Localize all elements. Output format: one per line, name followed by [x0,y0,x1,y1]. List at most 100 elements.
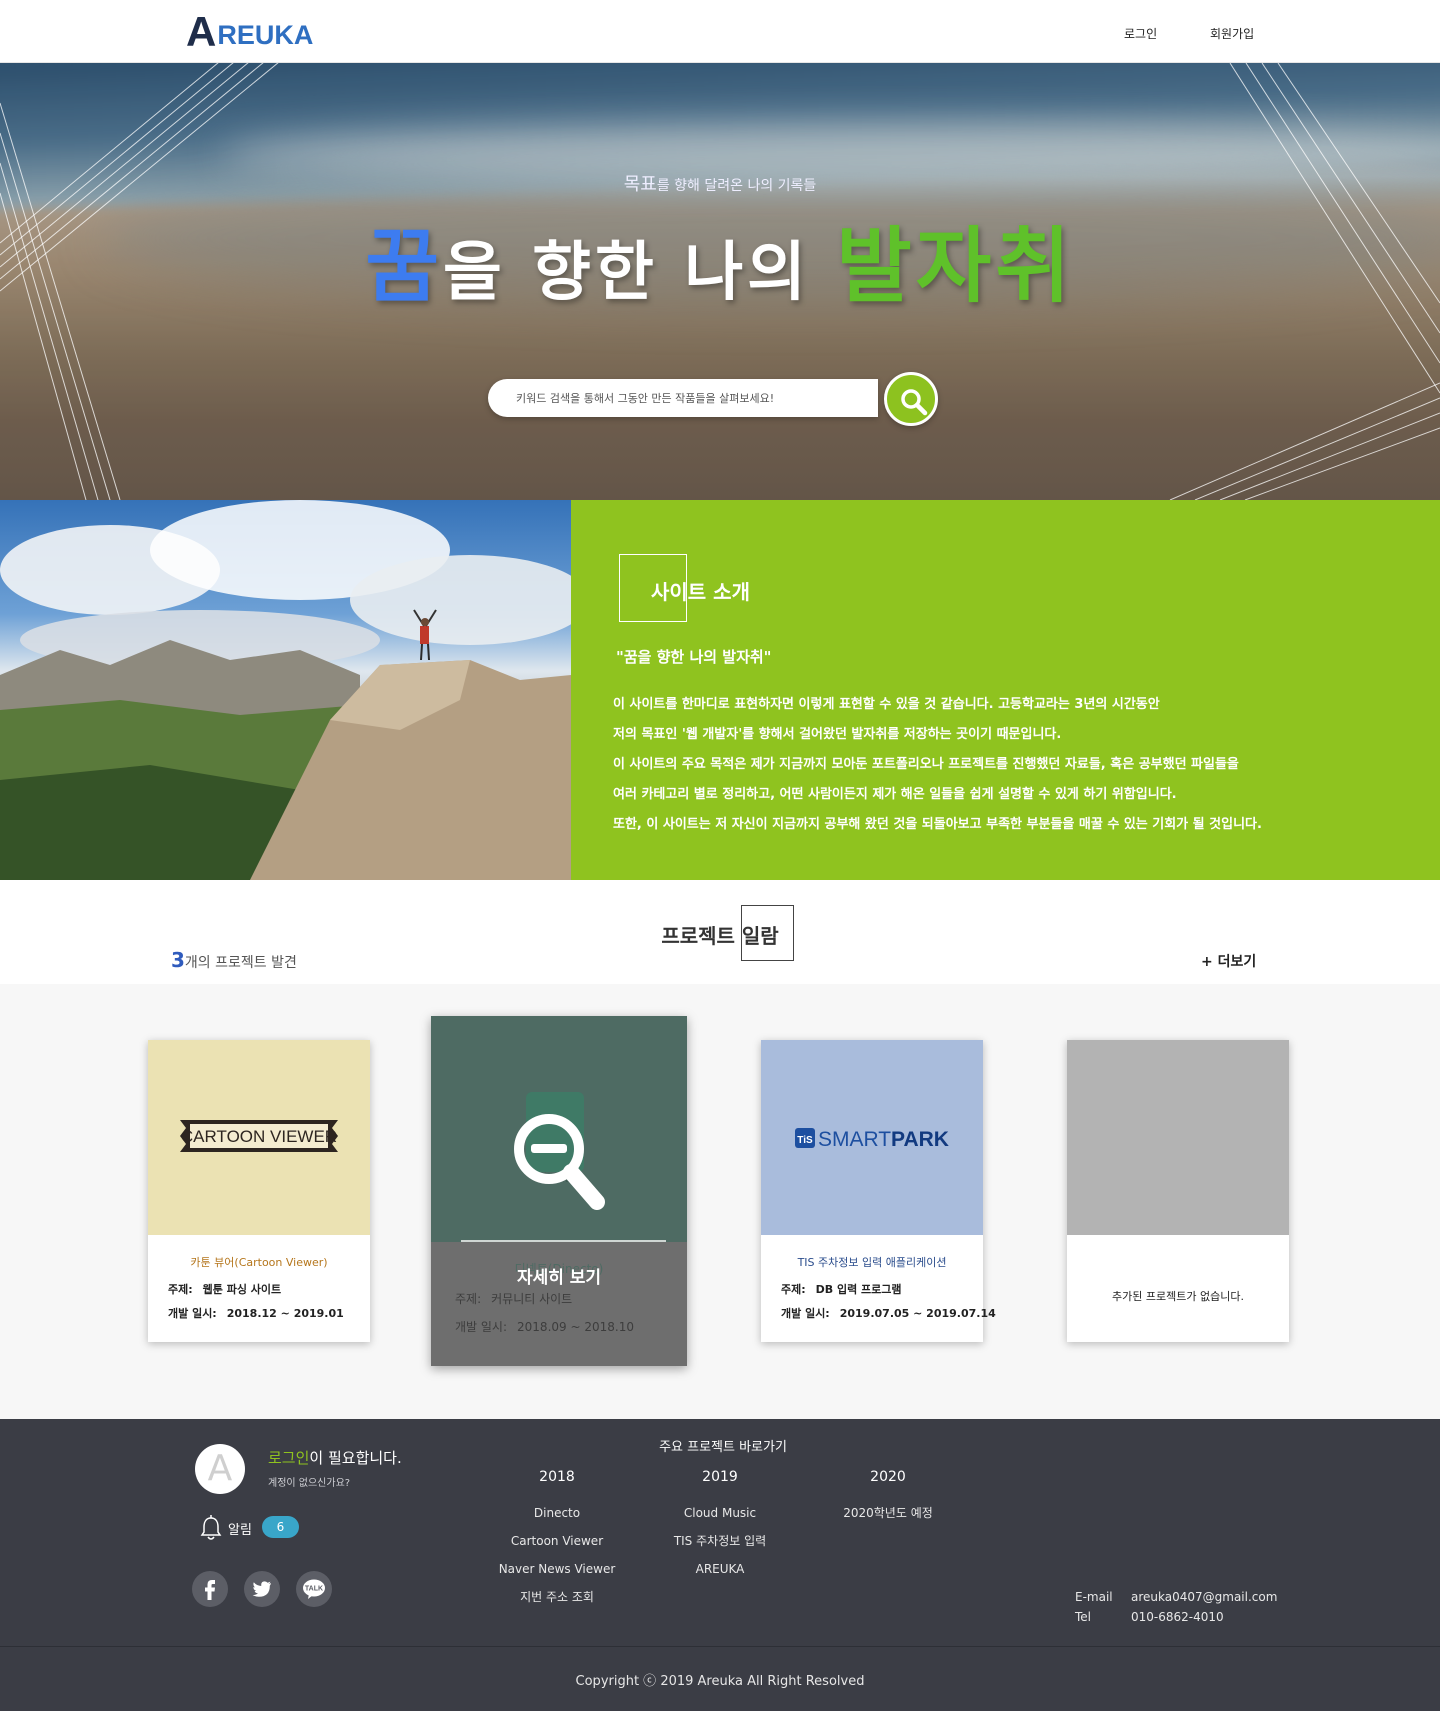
shortcut-link[interactable]: 지번 주소 조회 [467,1583,647,1611]
tel-row: Tel 010-6862-4010 [1075,1610,1277,1630]
kakaotalk-icon: TALK [303,1579,325,1599]
mountain-illustration [0,500,571,880]
hero-title-dream: 꿈 [365,219,444,313]
kakaotalk-link[interactable]: TALK [296,1571,332,1607]
site-footer: A 로그인이 필요합니다. 계정이 없으신가요? 알림 6 TALK 주요 프로… [0,1419,1440,1711]
site-header: A REUKA 로그인 회원가입 [0,0,1440,63]
intro-line: 이 사이트의 주요 목적은 제가 지금까지 모아둔 포트폴리오나 프로젝트를 진… [613,757,1239,772]
hero-title: 꿈을 향한 나의 발자취 [0,199,1440,318]
project-date: 개발 일시: 2018.09 ~ 2018.10 [455,1318,634,1335]
year-heading: 2020 [870,1469,906,1485]
date-value: 2018.12 ~ 2019.01 [226,1307,344,1320]
intro-line: 여러 카테고리 별로 정리하고, 어떤 사람이든지 제가 해온 일들을 쉽게 설… [613,787,1177,802]
shortcut-link[interactable]: TIS 주차정보 입력 [630,1527,810,1555]
projects-title: 프로젝트 일람 [661,924,779,948]
bell-icon[interactable] [200,1515,222,1541]
hero-subtitle: 목표를 향해 달려온 나의 기록들 [0,170,1440,196]
site-intro-section: 사이트 소개 "꿈을 향한 나의 발자취" 이 사이트를 한마디로 표현하자면 … [0,500,1440,880]
year-heading: 2019 [702,1469,738,1485]
date-label: 개발 일시: [455,1320,508,1334]
topic-label: 주제: [168,1283,193,1296]
intro-description: 이 사이트를 한마디로 표현하자면 이렇게 표현할 수 있을 것 같습니다. 고… [613,690,1413,840]
project-thumbnail-placeholder [1067,1040,1289,1235]
smartpark-logo-a: SMART [818,1128,891,1151]
year-column-2020: 2020 2020학년도 예정 [798,1469,978,1527]
svg-text:TALK: TALK [305,1586,323,1593]
shortcut-link[interactable]: Naver News Viewer [467,1555,647,1583]
shortcut-link[interactable]: AREUKA [630,1555,810,1583]
shortcut-link[interactable]: Cartoon Viewer [467,1527,647,1555]
shortcut-title: 주요 프로젝트 바로가기 [659,1440,787,1455]
hero-subtitle-emphasis: 목표 [623,174,657,195]
search-box [488,379,878,417]
project-thumbnail: CARTOON VIEWER [148,1040,370,1235]
tel-label: Tel [1075,1610,1092,1624]
topic-label: 주제: [455,1292,482,1306]
projects-count-text: 개의 프로젝트 발견 [184,955,297,971]
intro-panel: 사이트 소개 "꿈을 향한 나의 발자취" 이 사이트를 한마디로 표현하자면 … [571,500,1440,880]
more-projects-link[interactable]: + 더보기 [1201,951,1256,971]
intro-line: 저의 목표인 '웹 개발자'를 향해서 걸어왔던 발자취를 저장하는 곳이기 때… [613,727,1062,742]
facebook-icon [205,1580,215,1600]
project-date: 개발 일시: 2019.07.05 ~ 2019.07.14 [781,1305,996,1321]
mountain-photo [0,500,571,880]
date-label: 개발 일시: [168,1307,217,1320]
search-input[interactable] [516,388,856,408]
facebook-link[interactable] [192,1571,228,1607]
hero-banner: 목표를 향해 달려온 나의 기록들 꿈을 향한 나의 발자취 [0,63,1440,500]
shortcut-link[interactable]: 2020학년도 예정 [798,1499,978,1527]
signup-link[interactable]: 계정이 없으신가요? [268,1474,350,1489]
hero-subtitle-text: 를 향해 달려온 나의 기록들 [656,178,817,194]
hero-title-middle: 을 향한 나의 [443,235,837,310]
cartoon-viewer-logo: CARTOON VIEWER [180,1120,338,1152]
date-label: 개발 일시: [781,1307,830,1320]
intro-heading: 사이트 소개 [651,580,750,604]
nav-join-link[interactable]: 회원가입 [1210,25,1254,42]
cartoon-viewer-logo-text: CARTOON VIEWER [181,1127,337,1146]
date-value: 2019.07.05 ~ 2019.07.14 [839,1307,996,1320]
shortcut-link[interactable]: Dinecto [467,1499,647,1527]
site-logo[interactable]: A REUKA [186,8,314,55]
projects-count: 3개의 프로젝트 발견 [171,948,297,972]
alarm-count-badge[interactable]: 6 [262,1516,299,1538]
topic-value: 웹툰 파싱 사이트 [202,1283,282,1296]
logo-text: REUKA [217,20,314,50]
project-title: TIS 주차정보 입력 애플리케이션 [797,1256,947,1269]
year-column-2019: 2019 Cloud Music TIS 주차정보 입력 AREUKA [630,1469,810,1583]
project-card-smartpark[interactable]: TiS SMART PARK TIS 주차정보 입력 애플리케이션 주제: DB … [761,1040,996,1342]
magnifier-icon [901,389,928,416]
copyright-text: Copyright ⓒ 2019 Areuka All Right Resolv… [575,1674,865,1689]
project-thumbnail: TiS SMART PARK [761,1040,983,1235]
view-detail-button[interactable]: 자세히 보기 [431,1263,687,1288]
topic-value: DB 입력 프로그램 [815,1283,902,1296]
topic-value: 커뮤니티 사이트 [491,1292,573,1306]
smartpark-logo-b: PARK [891,1128,949,1151]
nav-login-link[interactable]: 로그인 [1124,25,1157,42]
project-date: 개발 일시: 2018.12 ~ 2019.01 [168,1305,344,1321]
year-column-2018: 2018 Dinecto Cartoon Viewer Naver News V… [467,1469,647,1611]
footer-divider [0,1646,1440,1647]
dinecto-logo-with-magnifier: Directo [514,1092,605,1210]
smartpark-badge: TiS [797,1135,813,1146]
project-topic: 주제: DB 입력 프로그램 [781,1281,902,1297]
shortcut-link[interactable]: Cloud Music [630,1499,810,1527]
logo-letter: A [186,8,217,55]
twitter-link[interactable] [244,1571,280,1607]
project-card-empty: 추가된 프로젝트가 없습니다. [1067,1040,1289,1342]
tel-value: 010-6862-4010 [1131,1610,1224,1624]
search-button[interactable] [884,372,938,426]
project-card-dinecto-hover[interactable]: Directo 디넥토(Dinecto) 자세히 보기 주제: 커뮤니티 사이트 … [431,1016,687,1366]
contact-info: E-mail areuka0407@gmail.com Tel 010-6862-4… [1075,1590,1277,1630]
project-title: 카툰 뷰어(Cartoon Viewer) [190,1256,328,1269]
alarm-label: 알림 [228,1523,252,1538]
date-value: 2018.09 ~ 2018.10 [517,1320,634,1334]
topic-label: 주제: [781,1283,806,1296]
projects-count-number: 3 [171,948,185,972]
intro-quote: "꿈을 향한 나의 발자취" [616,648,772,666]
empty-project-message: 추가된 프로젝트가 없습니다. [1112,1290,1244,1303]
smartpark-logo: TiS SMART PARK [795,1128,949,1151]
detail-divider [461,1240,666,1242]
project-card-cartoon-viewer[interactable]: CARTOON VIEWER 카툰 뷰어(Cartoon Viewer) 주제:… [148,1040,370,1342]
year-heading: 2018 [539,1469,575,1485]
email-value[interactable]: areuka0407@gmail.com [1131,1590,1277,1604]
